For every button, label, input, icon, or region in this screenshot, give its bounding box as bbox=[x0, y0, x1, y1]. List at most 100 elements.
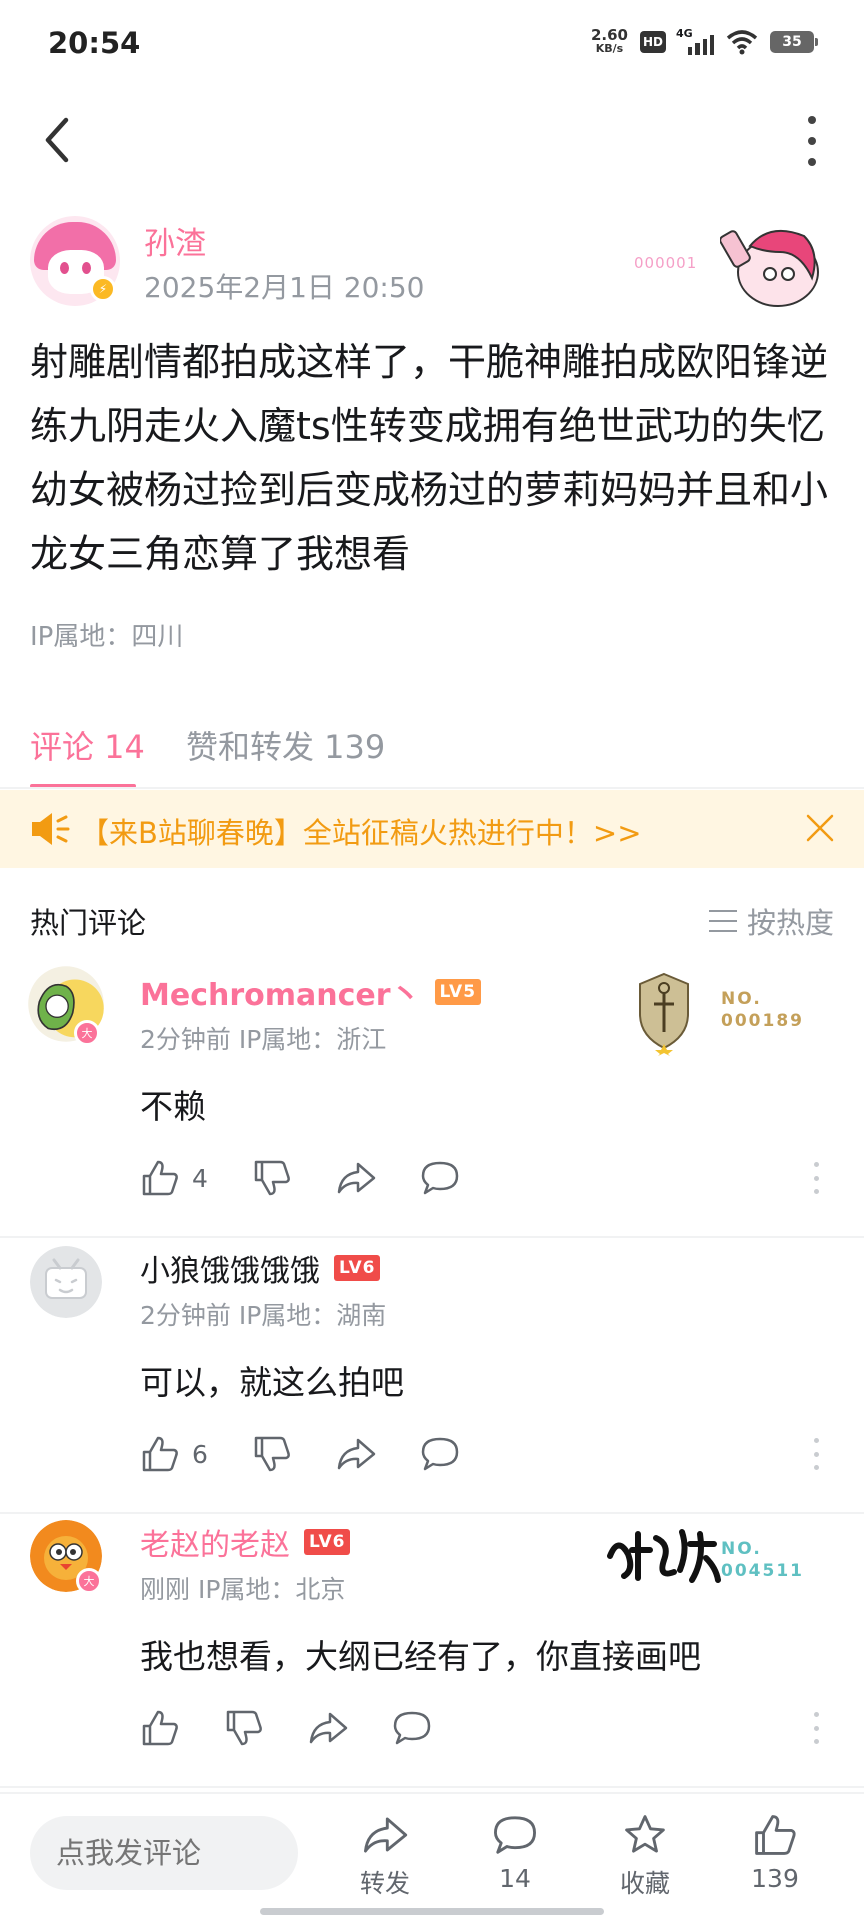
level-badge: LV6 bbox=[334, 1255, 381, 1281]
dislike-button[interactable] bbox=[252, 1158, 292, 1198]
avatar-decoration: 000001 bbox=[634, 214, 824, 314]
thumb-down-icon bbox=[226, 1710, 262, 1746]
commenter-name[interactable]: 小狼饿饿饿饿 bbox=[140, 1246, 320, 1290]
member-badge-icon: 大 bbox=[76, 1568, 102, 1594]
thumb-up-icon bbox=[142, 1160, 178, 1196]
comment-more-icon[interactable] bbox=[812, 1162, 820, 1194]
share-button[interactable] bbox=[308, 1708, 348, 1748]
comment-actions bbox=[140, 1706, 476, 1750]
commenter-avatar[interactable] bbox=[30, 1246, 102, 1318]
banner-text[interactable]: 【来B站聊春晚】全站征稿火热进行中！>> bbox=[80, 810, 642, 852]
member-badge-icon: 大 bbox=[74, 1020, 100, 1046]
comment-icon bbox=[494, 1816, 536, 1854]
verified-badge-icon: ⚡ bbox=[90, 276, 116, 302]
comment-more-icon[interactable] bbox=[812, 1438, 820, 1470]
fan-number-value: 000189 bbox=[721, 1011, 804, 1031]
shield-icon bbox=[639, 972, 689, 1056]
share-icon bbox=[337, 1162, 376, 1194]
like-count: 139 bbox=[751, 1864, 799, 1893]
comment-meta: 2分钟前 IP属地：浙江 bbox=[140, 1025, 387, 1054]
share-icon bbox=[337, 1438, 376, 1470]
network-type: 4G bbox=[676, 27, 693, 40]
close-icon[interactable] bbox=[800, 808, 840, 848]
like-button[interactable]: 6 bbox=[140, 1434, 208, 1474]
back-icon[interactable] bbox=[36, 114, 84, 166]
comment-input[interactable] bbox=[30, 1816, 298, 1890]
share-icon bbox=[364, 1817, 408, 1853]
fan-number: NO. 000189 bbox=[721, 988, 804, 1032]
network-speed: 2.60 KB/s bbox=[591, 28, 628, 56]
status-icons: 2.60 KB/s HD 4G 35 bbox=[591, 27, 818, 56]
author-name[interactable]: 孙渣 bbox=[144, 218, 206, 263]
reply-button[interactable] bbox=[420, 1158, 460, 1198]
fan-number-value: 004511 bbox=[721, 1561, 804, 1581]
network-speed-value: 2.60 bbox=[590, 26, 628, 44]
post-ip-location: IP属地：四川 bbox=[30, 622, 184, 652]
hd-icon: HD bbox=[640, 31, 666, 53]
home-indicator[interactable] bbox=[260, 1908, 604, 1915]
more-icon[interactable] bbox=[800, 116, 824, 166]
repost-button[interactable]: 转发 bbox=[340, 1812, 430, 1912]
reply-button[interactable] bbox=[392, 1708, 432, 1748]
status-time: 20:54 bbox=[48, 26, 141, 60]
like-button[interactable]: 4 bbox=[140, 1158, 208, 1198]
fan-badge: NO. 004511 bbox=[604, 1520, 804, 1610]
commenter-name-row: 老赵的老赵 LV6 bbox=[140, 1520, 351, 1564]
thumb-down-icon bbox=[254, 1160, 290, 1196]
comment-meta: 2分钟前 IP属地：湖南 bbox=[140, 1301, 387, 1330]
comment-text: 可以，就这么拍吧 bbox=[140, 1363, 404, 1402]
divider bbox=[0, 787, 864, 789]
fan-number-label: NO. bbox=[721, 1539, 762, 1559]
sort-toggle[interactable]: 按热度 bbox=[708, 900, 834, 942]
share-button[interactable] bbox=[336, 1434, 376, 1474]
status-bar: 20:54 2.60 KB/s HD 4G 35 bbox=[0, 0, 864, 92]
thumb-down-icon bbox=[254, 1436, 290, 1472]
reply-button[interactable] bbox=[420, 1434, 460, 1474]
sort-label: 按热度 bbox=[746, 906, 834, 940]
top-nav bbox=[0, 92, 864, 188]
dislike-button[interactable] bbox=[252, 1434, 292, 1474]
dislike-button[interactable] bbox=[224, 1708, 264, 1748]
like-button[interactable] bbox=[140, 1708, 180, 1748]
hot-comments-title: 热门评论 bbox=[30, 906, 147, 940]
comment-text: 不赖 bbox=[140, 1087, 206, 1126]
character-decoration-icon bbox=[720, 229, 819, 307]
comment-actions: 6 bbox=[140, 1432, 504, 1476]
post-body: 射雕剧情都拍成这样了，干脆神雕拍成欧阳锋逆练九阴走火入魔ts性转变成拥有绝世武功… bbox=[30, 340, 829, 576]
fan-number: NO. 004511 bbox=[721, 1538, 804, 1582]
commenter-name[interactable]: 老赵的老赵 bbox=[140, 1520, 290, 1564]
tab-comments[interactable]: 评论 14 bbox=[30, 722, 145, 768]
level-badge: LV6 bbox=[304, 1529, 351, 1555]
comment-icon bbox=[393, 1711, 431, 1745]
like-post-button[interactable]: 139 bbox=[730, 1812, 820, 1912]
divider bbox=[0, 1236, 864, 1238]
share-icon bbox=[309, 1712, 348, 1744]
comment-icon bbox=[421, 1161, 459, 1195]
comment-icon bbox=[421, 1437, 459, 1471]
fan-badge: NO. 000189 bbox=[634, 970, 804, 1060]
sort-icon bbox=[708, 910, 737, 932]
commenter-name[interactable]: Mechromancer丶 bbox=[140, 970, 421, 1014]
fan-number-label: NO. bbox=[721, 989, 762, 1009]
favorite-label: 收藏 bbox=[619, 1869, 670, 1898]
share-button[interactable] bbox=[336, 1158, 376, 1198]
announcement-banner[interactable]: 【来B站聊春晚】全站征稿火热进行中！>> bbox=[0, 790, 864, 868]
favorite-button[interactable]: 收藏 bbox=[600, 1812, 690, 1912]
post-time: 2025年2月1日 20:50 bbox=[144, 271, 425, 304]
wifi-icon bbox=[726, 30, 758, 55]
divider bbox=[0, 1512, 864, 1514]
battery-icon: 35 bbox=[770, 31, 818, 53]
speaker-icon bbox=[32, 813, 70, 845]
calligraphy-logo-icon bbox=[607, 1529, 721, 1583]
commenter-name-row: 小狼饿饿饿饿 LV6 bbox=[140, 1246, 381, 1290]
tab-likes-reposts[interactable]: 赞和转发 139 bbox=[186, 722, 385, 768]
bottom-action-bar: 转发 14 收藏 139 bbox=[0, 1792, 864, 1920]
thumb-up-icon bbox=[142, 1436, 178, 1472]
comment-more-icon[interactable] bbox=[812, 1712, 820, 1744]
comment-text: 我也想看，大纲已经有了，你直接画吧 bbox=[140, 1637, 701, 1676]
thumb-up-icon bbox=[142, 1710, 178, 1746]
commenter-name-row: Mechromancer丶 LV5 bbox=[140, 970, 482, 1014]
like-count: 6 bbox=[192, 1439, 208, 1469]
repost-label: 转发 bbox=[359, 1869, 410, 1898]
comments-button[interactable]: 14 bbox=[470, 1812, 560, 1912]
